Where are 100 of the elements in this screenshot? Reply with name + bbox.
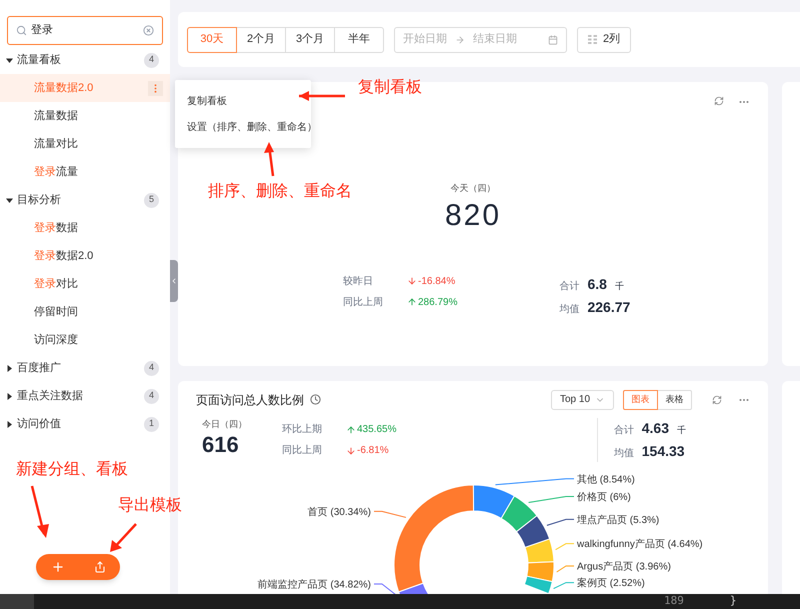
- leader-line: [553, 582, 574, 590]
- annotation-text: 复制看板: [358, 78, 422, 98]
- group-item[interactable]: 访问价值 1: [0, 410, 170, 438]
- group-item[interactable]: 重点关注数据 4: [0, 382, 170, 410]
- comparison-label: 同比上周: [282, 444, 323, 458]
- slice-label: 首页 (30.34%): [308, 506, 371, 518]
- board-item[interactable]: 流量数据: [0, 102, 170, 130]
- up-arrow-icon: [346, 424, 356, 434]
- group-item[interactable]: 目标分析 5: [0, 186, 170, 214]
- board-item[interactable]: 登录对比: [0, 270, 170, 298]
- average-label: 均值: [559, 302, 580, 316]
- annotation-text: 排序、删除、重命名: [208, 182, 352, 202]
- slice-label: Argus产品页 (3.96%): [577, 562, 671, 572]
- export-button[interactable]: [94, 561, 106, 573]
- today-label: 今天（四）: [450, 182, 496, 195]
- count-badge: 5: [144, 192, 159, 208]
- group-name: 重点关注数据: [17, 388, 84, 404]
- group-item[interactable]: 百度推广 4: [0, 354, 170, 382]
- board-name: 流量数据: [34, 108, 79, 124]
- comparison-label: 同比上周: [343, 296, 384, 310]
- group-name: 目标分析: [17, 192, 62, 208]
- board-name: 流量数据2.0: [34, 80, 94, 96]
- average-value: 154.33: [642, 442, 685, 461]
- range-tab[interactable]: 半年: [334, 26, 384, 52]
- slice-label: 价格页 (6%): [577, 492, 631, 503]
- plus-icon: [50, 560, 64, 574]
- group-item[interactable]: 流量看板 4: [0, 46, 170, 74]
- board-name: 登录对比: [34, 276, 79, 292]
- slice-label: 案例页 (2.52%): [577, 578, 645, 590]
- more-icon[interactable]: [148, 80, 163, 96]
- code-text: }: [730, 593, 736, 609]
- comparison-value: -16.84%: [407, 274, 456, 288]
- board-name: 访问深度: [34, 332, 79, 348]
- editor-gutter: [0, 594, 34, 609]
- annotation-text: 新建分组、看板: [16, 460, 128, 480]
- comparison-value: 286.79%: [407, 294, 458, 310]
- today-value: 616: [202, 432, 240, 458]
- slice-label: 前端监控产品页 (34.82%): [258, 580, 371, 590]
- start-date-placeholder: 开始日期: [403, 32, 447, 48]
- view-tab[interactable]: 表格: [657, 390, 692, 410]
- slice-label: 埋点产品页 (5.3%): [577, 514, 660, 526]
- card-title: 页面访问总人数比例: [196, 392, 304, 408]
- comparison-label: 较昨日: [343, 274, 374, 288]
- export-icon: [94, 561, 106, 573]
- board-item[interactable]: 停留时间: [0, 298, 170, 326]
- annotation-arrow: [108, 522, 138, 554]
- search-field[interactable]: 登录: [7, 16, 163, 45]
- total-label: 合计: [559, 280, 580, 294]
- count-badge: 1: [144, 416, 159, 432]
- search-input[interactable]: 登录: [31, 22, 139, 39]
- end-date-placeholder: 结束日期: [473, 32, 518, 48]
- group-name: 访问价值: [17, 416, 62, 432]
- board-item[interactable]: 登录流量: [0, 158, 170, 186]
- columns-button[interactable]: 2列: [577, 26, 632, 52]
- up-arrow-icon: [407, 297, 417, 307]
- range-tab[interactable]: 2个月: [236, 26, 286, 52]
- board-item[interactable]: 流量对比: [0, 130, 170, 158]
- search-icon: [16, 25, 27, 36]
- refresh-icon[interactable]: [714, 96, 724, 106]
- clock-icon: [310, 394, 321, 405]
- slice-label: walkingfunny产品页 (4.64%): [577, 539, 703, 550]
- collapse-handle[interactable]: [170, 260, 178, 302]
- group-name: 百度推广: [17, 360, 62, 376]
- leader-line: [374, 510, 406, 518]
- board-name: 停留时间: [34, 304, 79, 320]
- total-unit: 千: [614, 280, 624, 292]
- board-name: 流量对比: [34, 136, 79, 152]
- count-badge: 4: [144, 388, 159, 404]
- down-arrow-icon: [407, 276, 417, 286]
- annotation-text: 导出模板: [118, 496, 182, 516]
- down-arrow-icon: [346, 446, 356, 456]
- add-button[interactable]: [50, 560, 64, 574]
- total-value: 6.8: [587, 274, 607, 294]
- leader-line: [528, 496, 574, 503]
- average-label: 均值: [614, 447, 634, 461]
- leader-line: [556, 566, 574, 572]
- arrow-icon: [455, 34, 465, 44]
- range-tab[interactable]: 3个月: [285, 26, 335, 52]
- clear-icon[interactable]: [143, 25, 154, 36]
- slice-label: 其他 (8.54%): [577, 474, 635, 486]
- board-item[interactable]: 访问深度: [0, 326, 170, 354]
- leader-line: [555, 543, 574, 550]
- board-name: 登录数据: [34, 220, 79, 236]
- menu-item[interactable]: 设置（排序、删除、重命名）: [175, 114, 329, 140]
- menu-item[interactable]: 复制看板: [175, 88, 239, 114]
- line-number: 189: [664, 593, 684, 609]
- top-select[interactable]: Top 10: [551, 390, 614, 410]
- leader-line: [546, 518, 574, 526]
- total-value: 4.63: [642, 419, 669, 438]
- grid-icon: [588, 35, 597, 44]
- comparison-label: 环比上期: [282, 422, 323, 437]
- group-name: 流量看板: [17, 52, 62, 68]
- board-item[interactable]: 登录数据: [0, 214, 170, 242]
- board-name: 登录流量: [34, 164, 79, 180]
- board-name: 登录数据2.0: [34, 248, 94, 264]
- total-label: 合计: [614, 424, 634, 438]
- annotation-arrow: [30, 484, 50, 540]
- count-badge: 4: [144, 52, 159, 68]
- refresh-icon[interactable]: [712, 394, 722, 404]
- board-item[interactable]: 登录数据2.0: [0, 242, 170, 270]
